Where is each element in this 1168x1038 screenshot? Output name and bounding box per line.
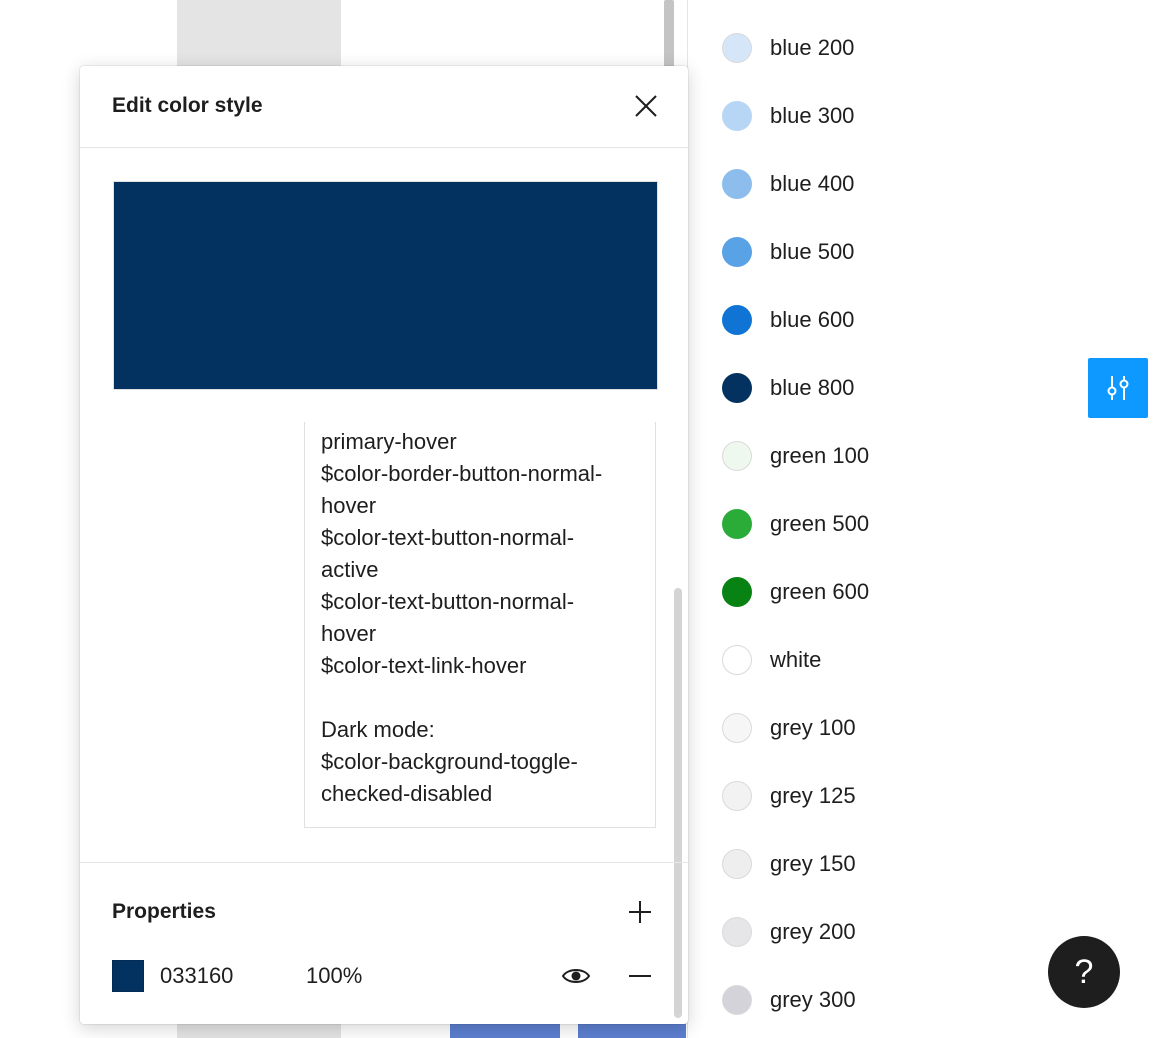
visibility-toggle[interactable] [560,962,592,990]
description-line: $color-text-link-hover [321,653,527,678]
color-swatch [722,237,752,267]
dialog-scrollbar[interactable] [674,588,682,1018]
color-style-item[interactable]: white [720,626,1160,694]
color-swatch [722,373,752,403]
close-button[interactable] [632,92,660,120]
properties-heading: Properties [112,900,216,923]
color-style-item[interactable]: grey 125 [720,762,1160,830]
description-line: $color-text-button-normal- [321,589,575,614]
remove-property-button[interactable] [626,962,654,990]
color-style-name: grey 300 [770,987,856,1012]
color-swatch [722,985,752,1015]
color-swatch [722,917,752,947]
edit-color-style-dialog: Edit color style primary-hover $color-bor… [80,66,688,1024]
color-swatch [722,645,752,675]
color-style-item[interactable]: blue 300 [720,82,1160,150]
color-style-list: blue 200 blue 300 blue 400 blue 500 blue 600… [720,14,1160,1034]
color-swatch [722,781,752,811]
description-line: $color-text-button-normal- [321,525,575,550]
color-style-name: blue 200 [770,35,855,60]
color-style-name: white [770,647,822,672]
dialog-title: Edit color style [112,94,263,117]
color-swatch [722,101,752,131]
color-style-name: blue 600 [770,307,855,332]
sliders-icon [1107,376,1129,400]
close-icon [635,95,657,117]
fill-opacity-value[interactable]: 100% [306,963,362,989]
description-line: active [321,557,379,582]
canvas-scrollbar-thumb[interactable] [664,0,674,72]
eye-icon [561,969,591,983]
color-style-item[interactable]: blue 600 [720,286,1160,354]
color-swatch [722,849,752,879]
help-icon: ? [1074,952,1094,991]
add-property-button[interactable] [626,898,654,926]
color-swatch [722,169,752,199]
description-line: hover [321,493,377,518]
color-style-name: blue 300 [770,103,855,128]
plus-icon [629,901,651,923]
color-style-item[interactable]: blue 500 [720,218,1160,286]
color-swatch [722,713,752,743]
color-swatch [722,509,752,539]
color-style-name: grey 125 [770,783,856,808]
color-style-name: green 100 [770,443,870,468]
color-style-item[interactable]: grey 150 [720,830,1160,898]
color-style-item[interactable]: green 500 [720,490,1160,558]
description-textarea[interactable]: primary-hover $color-border-button-normal… [304,422,656,828]
color-style-name: green 600 [770,579,870,604]
color-swatch [722,441,752,471]
color-style-name: green 500 [770,511,870,536]
description-line: $color-border-button-normal- [321,461,603,486]
color-style-name: blue 400 [770,171,855,196]
color-preview [113,181,658,390]
color-swatch [722,577,752,607]
color-style-name: blue 500 [770,239,855,264]
fill-hex-value[interactable]: 033160 [160,963,233,989]
color-swatch [722,305,752,335]
color-style-name: grey 200 [770,919,856,944]
fill-swatch[interactable] [112,960,144,992]
description-line: checked-disabled [321,781,493,806]
color-style-item[interactable]: green 100 [720,422,1160,490]
color-swatch [722,33,752,63]
dialog-header: Edit color style [80,66,688,148]
color-style-item[interactable]: blue 400 [720,150,1160,218]
adjust-settings-button[interactable] [1088,358,1148,418]
description-line: Dark mode: [321,717,435,742]
description-line: hover [321,621,377,646]
help-button[interactable]: ? [1048,936,1120,1008]
description-line [321,682,643,714]
color-style-item[interactable]: blue 200 [720,14,1160,82]
color-style-name: blue 800 [770,375,855,400]
color-style-item[interactable]: green 600 [720,558,1160,626]
minus-icon [629,975,651,977]
description-line: primary-hover [321,429,457,454]
fill-property-row: 033160 100% [112,960,660,992]
color-style-item[interactable]: grey 100 [720,694,1160,762]
section-divider [80,862,688,863]
description-line: $color-background-toggle- [321,749,578,774]
color-style-name: grey 150 [770,851,856,876]
color-style-name: grey 100 [770,715,856,740]
